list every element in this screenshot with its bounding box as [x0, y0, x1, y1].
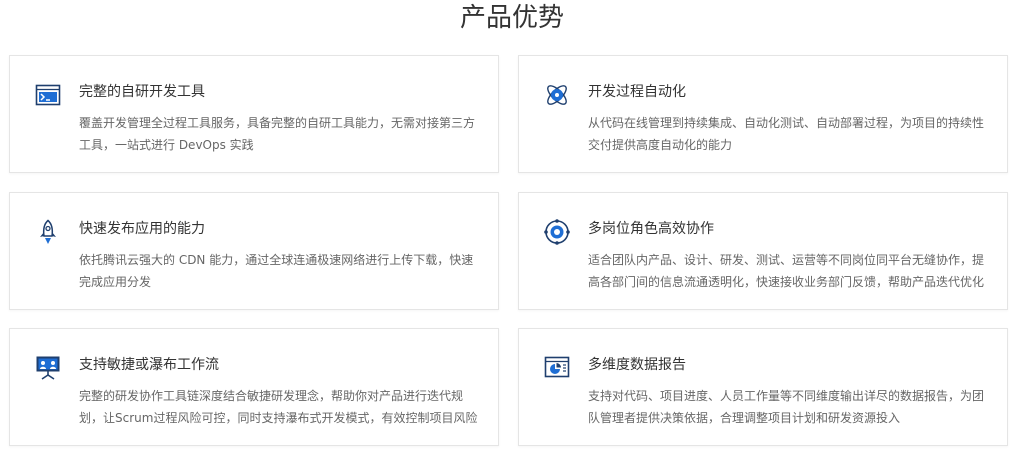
card-description: 依托腾讯云强大的 CDN 能力，通过全球连通极速网络进行上传下载，快速完成应用分… [79, 253, 474, 289]
card-description: 支持对代码、项目进度、人员工作量等不同维度输出详尽的数据报告，为团队管理者提供决… [588, 389, 985, 425]
card-description: 适合团队内产品、设计、研发、测试、运营等不同岗位同平台无缝协作，提高各部门间的信… [588, 253, 985, 289]
card-title: 多岗位角色高效协作 [588, 221, 714, 237]
card-description: 从代码在线管理到持续集成、自动化测试、自动部署过程，为项目的持续性交付提供高度自… [588, 116, 985, 152]
feature-card-data-report: 多维度数据报告 支持对代码、项目进度、人员工作量等不同维度输出详尽的数据报告，为… [518, 328, 1008, 446]
card-title: 完整的自研开发工具 [79, 84, 205, 100]
feature-card-automation: 开发过程自动化 从代码在线管理到持续集成、自动化测试、自动部署过程，为项目的持续… [518, 55, 1008, 173]
card-description: 完整的研发协作工具链深度结合敏捷研发理念，帮助你对产品进行迭代规划，让Scrum… [79, 389, 478, 425]
team-board-icon [35, 355, 61, 381]
feature-card-workflow: 支持敏捷或瀑布工作流 完整的研发协作工具链深度结合敏捷研发理念，帮助你对产品进行… [9, 328, 499, 446]
feature-card-dev-tools: 完整的自研开发工具 覆盖开发管理全过程工具服务，具备完整的自研工具能力，无需对接… [9, 55, 499, 173]
section-title: 产品优势 [459, 3, 564, 33]
card-title: 快速发布应用的能力 [79, 221, 205, 237]
rocket-icon [35, 219, 61, 245]
card-title: 多维度数据报告 [588, 357, 686, 373]
card-title: 开发过程自动化 [588, 84, 686, 100]
data-report-icon [544, 355, 570, 381]
feature-card-collaboration: 多岗位角色高效协作 适合团队内产品、设计、研发、测试、运营等不同岗位同平台无缝协… [518, 192, 1008, 310]
card-description: 覆盖开发管理全过程工具服务，具备完整的自研工具能力，无需对接第三方工具，一站式进… [79, 116, 476, 152]
product-advantages-section: 产品优势 完整的自研开发工具 覆盖开发管理全过程工具服务，具备完整的自研工具能力… [0, 0, 1024, 453]
terminal-window-icon [35, 82, 61, 108]
feature-card-fast-release: 快速发布应用的能力 依托腾讯云强大的 CDN 能力，通过全球连通极速网络进行上传… [9, 192, 499, 310]
automation-orbit-icon [544, 82, 570, 108]
card-title: 支持敏捷或瀑布工作流 [79, 357, 219, 373]
collaboration-target-icon [544, 219, 570, 245]
